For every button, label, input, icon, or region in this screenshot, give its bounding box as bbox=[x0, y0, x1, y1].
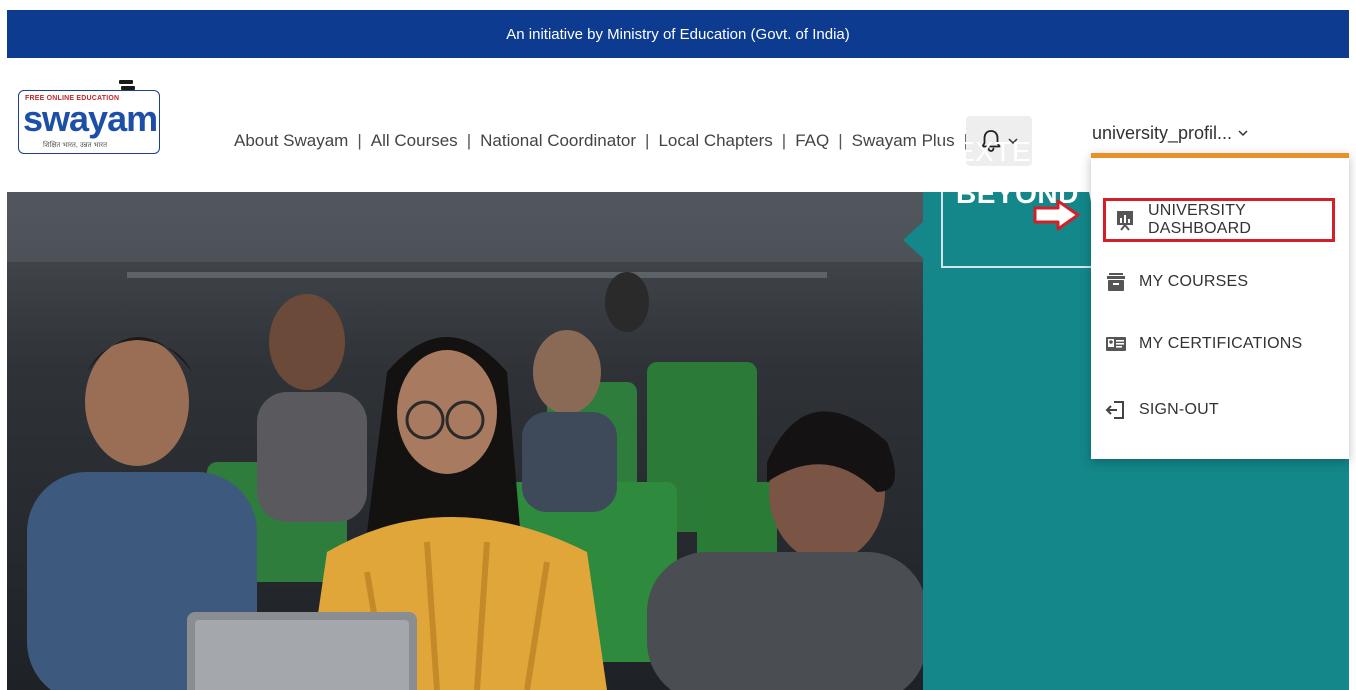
pointer-arrow-icon bbox=[1033, 199, 1080, 231]
nav-separator: | bbox=[357, 131, 362, 150]
swayam-logo[interactable]: FREE ONLINE EDUCATION swayam शिक्षित भार… bbox=[18, 78, 162, 160]
menu-item-label: MY COURSES bbox=[1139, 273, 1249, 290]
logo-wordmark: swayam bbox=[23, 98, 158, 139]
user-dropdown-menu: UNIVERSITY DASHBOARD MY COURSES MY CERTI… bbox=[1091, 153, 1349, 459]
chevron-down-icon bbox=[1238, 130, 1248, 137]
menu-item-sign-out[interactable]: SIGN-OUT bbox=[1105, 388, 1341, 432]
menu-item-university-dashboard[interactable]: UNIVERSITY DASHBOARD bbox=[1103, 198, 1335, 242]
menu-item-label: MY CERTIFICATIONS bbox=[1139, 335, 1303, 352]
nav-national-coordinator[interactable]: National Coordinator bbox=[480, 131, 636, 151]
hero-headline-line1: EXTENDIN bbox=[956, 136, 1102, 167]
menu-item-label: UNIVERSITY DASHBOARD bbox=[1148, 202, 1252, 237]
menu-item-my-courses[interactable]: MY COURSES bbox=[1105, 260, 1341, 304]
menu-item-my-certifications[interactable]: MY CERTIFICATIONS bbox=[1105, 322, 1341, 366]
nav-local-chapters[interactable]: Local Chapters bbox=[658, 131, 772, 151]
hero-photo bbox=[7, 192, 925, 690]
students-classroom-illustration bbox=[7, 192, 925, 690]
nav-separator: | bbox=[645, 131, 650, 150]
logo-subtitle: शिक्षित भारत, उन्नत भारत bbox=[43, 142, 108, 149]
banner-text: An initiative by Ministry of Education (… bbox=[506, 25, 850, 43]
certificate-icon bbox=[1106, 337, 1126, 351]
top-banner: An initiative by Ministry of Education (… bbox=[7, 10, 1349, 58]
course-box-icon bbox=[1107, 273, 1125, 291]
nav-swayam-plus[interactable]: Swayam Plus bbox=[852, 131, 955, 151]
nav-separator: | bbox=[781, 131, 787, 150]
hero-panel-notch bbox=[903, 220, 925, 260]
main-nav: About Swayam | All Courses | National Co… bbox=[234, 126, 977, 156]
nav-separator: | bbox=[466, 131, 472, 150]
dashboard-icon bbox=[1117, 211, 1133, 231]
nav-separator: | bbox=[838, 131, 843, 150]
nav-all-courses[interactable]: All Courses bbox=[371, 131, 458, 151]
nav-about-swayam[interactable]: About Swayam bbox=[234, 131, 348, 151]
menu-item-label: SIGN-OUT bbox=[1139, 401, 1219, 418]
sign-out-icon bbox=[1105, 401, 1124, 419]
logo-frame: FREE ONLINE EDUCATION swayam शिक्षित भार… bbox=[18, 90, 160, 154]
nav-faq[interactable]: FAQ bbox=[795, 131, 829, 151]
